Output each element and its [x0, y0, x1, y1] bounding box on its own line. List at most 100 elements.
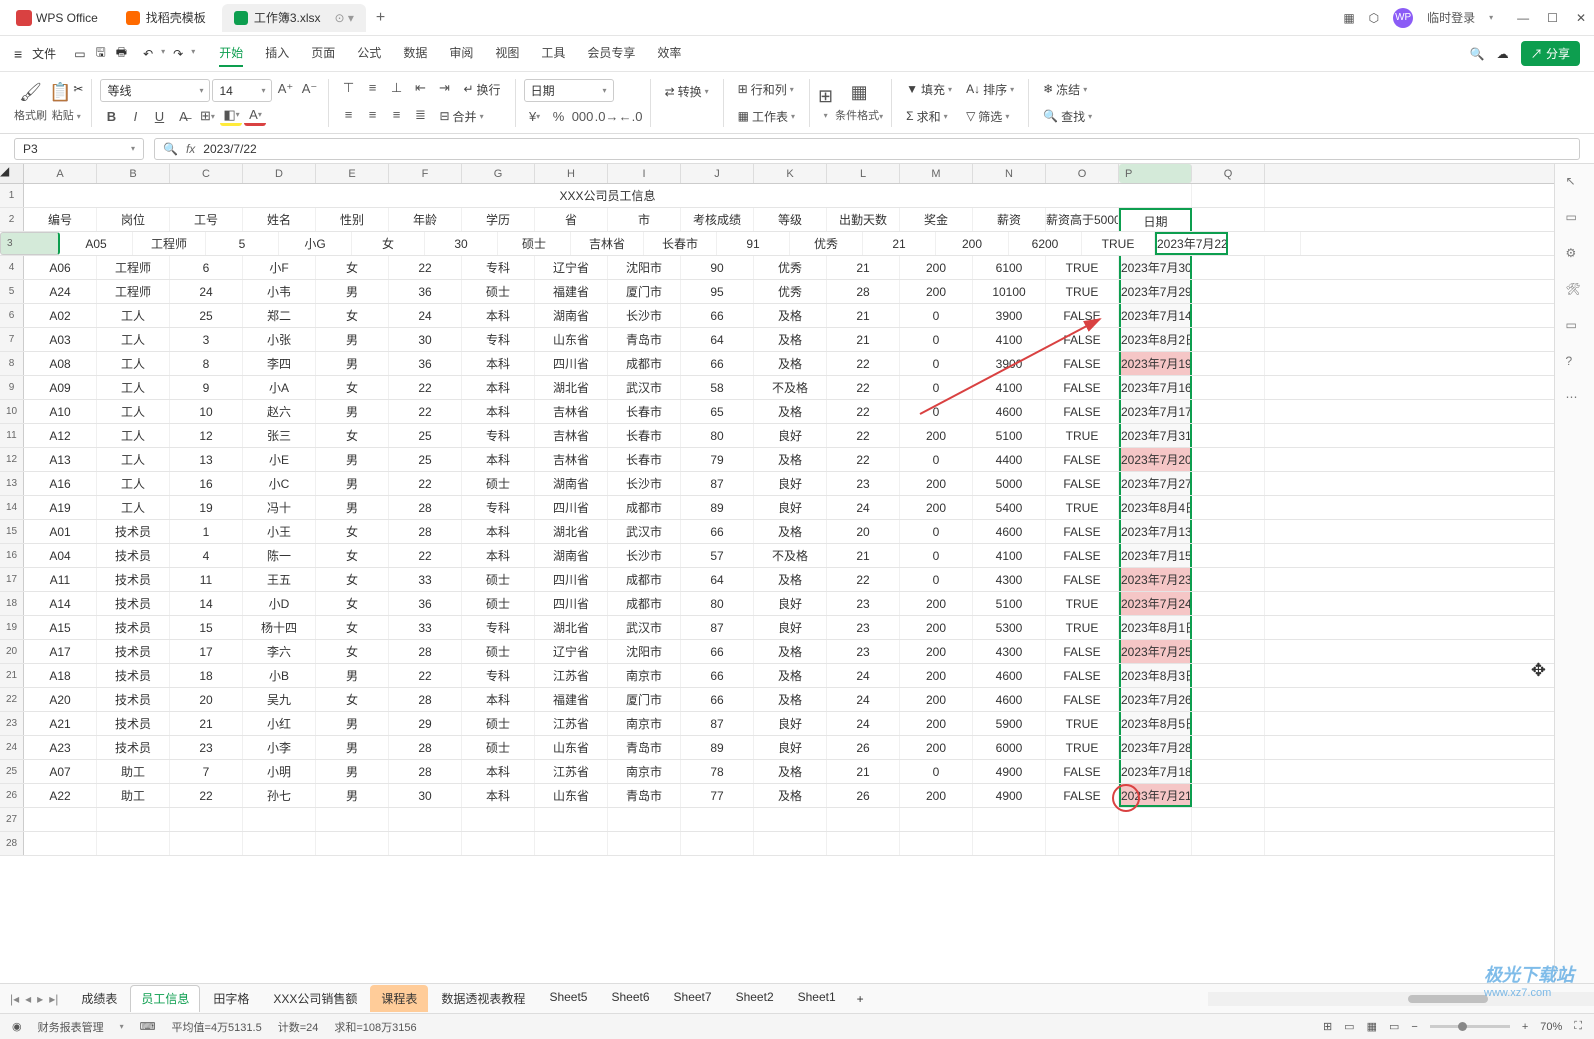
- col-header-D[interactable]: D: [243, 164, 316, 183]
- data-cell[interactable]: 21: [827, 304, 900, 327]
- data-cell[interactable]: 2023年7月29日: [1119, 280, 1192, 303]
- data-cell[interactable]: 技术员: [97, 688, 170, 711]
- header-cell[interactable]: 省: [535, 208, 608, 231]
- data-cell[interactable]: 5300: [973, 616, 1046, 639]
- data-cell[interactable]: TRUE: [1046, 616, 1119, 639]
- data-cell[interactable]: 2023年7月30日: [1119, 256, 1192, 279]
- minimize-button[interactable]: —: [1517, 11, 1529, 25]
- data-cell[interactable]: 男: [316, 448, 389, 471]
- data-cell[interactable]: TRUE: [1046, 256, 1119, 279]
- fx-icon[interactable]: fx: [186, 142, 195, 156]
- zoom-level[interactable]: 70%: [1540, 1021, 1562, 1033]
- table-format-button[interactable]: ⊞ ▾: [818, 86, 833, 120]
- data-cell[interactable]: 王五: [243, 568, 316, 591]
- data-cell[interactable]: 0: [900, 352, 973, 375]
- align-top-button[interactable]: ⊤: [337, 78, 359, 98]
- data-cell[interactable]: 23: [827, 616, 900, 639]
- data-cell[interactable]: 16: [170, 472, 243, 495]
- format-brush-group[interactable]: 🖌 格式刷: [14, 82, 47, 123]
- data-cell[interactable]: 2023年7月28日: [1119, 736, 1192, 759]
- empty-cell[interactable]: [608, 808, 681, 831]
- merge-button[interactable]: ⊟ 合并▾: [433, 105, 489, 128]
- data-cell[interactable]: 21: [863, 232, 936, 255]
- data-cell[interactable]: 技术员: [97, 568, 170, 591]
- data-cell[interactable]: 21: [827, 328, 900, 351]
- data-cell[interactable]: 长春市: [608, 448, 681, 471]
- data-cell[interactable]: 男: [316, 328, 389, 351]
- data-cell[interactable]: 四川省: [535, 592, 608, 615]
- data-cell[interactable]: 湖北省: [535, 376, 608, 399]
- col-header-M[interactable]: M: [900, 164, 973, 183]
- data-cell[interactable]: 武汉市: [608, 616, 681, 639]
- row-header-12[interactable]: 12: [0, 448, 24, 471]
- data-cell[interactable]: 长春市: [644, 232, 717, 255]
- decimal-dec-button[interactable]: ←.0: [620, 106, 642, 126]
- sheet-tab[interactable]: 员工信息: [130, 985, 200, 1012]
- data-cell[interactable]: 4100: [973, 376, 1046, 399]
- data-cell[interactable]: FALSE: [1046, 544, 1119, 567]
- data-cell[interactable]: 小D: [243, 592, 316, 615]
- header-cell[interactable]: 日期: [1119, 208, 1192, 231]
- data-cell[interactable]: 15: [170, 616, 243, 639]
- data-cell[interactable]: 良好: [754, 472, 827, 495]
- layout-icon[interactable]: ▦: [1343, 11, 1354, 25]
- data-cell[interactable]: 及格: [754, 304, 827, 327]
- row-header-3[interactable]: 3: [0, 232, 60, 255]
- data-cell[interactable]: 24: [827, 496, 900, 519]
- data-cell[interactable]: 21: [827, 760, 900, 783]
- data-cell[interactable]: 66: [681, 688, 754, 711]
- menu-页面[interactable]: 页面: [311, 40, 335, 67]
- record-icon[interactable]: ◉: [12, 1020, 22, 1033]
- data-cell[interactable]: 28: [389, 640, 462, 663]
- data-cell[interactable]: 女: [316, 640, 389, 663]
- select-all-corner[interactable]: ◢: [0, 164, 24, 183]
- align-left-button[interactable]: ≡: [337, 105, 359, 125]
- data-cell[interactable]: 33: [389, 616, 462, 639]
- data-cell[interactable]: 沈阳市: [608, 640, 681, 663]
- data-cell[interactable]: 200: [936, 232, 1009, 255]
- data-cell[interactable]: 22: [170, 784, 243, 807]
- data-cell[interactable]: 及格: [754, 664, 827, 687]
- row-header-4[interactable]: 4: [0, 256, 24, 279]
- row-header-22[interactable]: 22: [0, 688, 24, 711]
- empty-cell[interactable]: [754, 832, 827, 855]
- header-cell[interactable]: 奖金: [900, 208, 973, 231]
- menu-插入[interactable]: 插入: [265, 40, 289, 67]
- sum-button[interactable]: Σ 求和▾: [900, 105, 953, 128]
- data-cell[interactable]: 23: [827, 640, 900, 663]
- data-cell[interactable]: 25: [389, 424, 462, 447]
- wrap-button[interactable]: ↵ 换行: [457, 78, 506, 101]
- login-label[interactable]: 临时登录: [1427, 9, 1475, 26]
- spreadsheet-grid[interactable]: ◢ABCDEFGHIJKLMNOPQ1XXX公司员工信息2编号岗位工号姓名性别年…: [0, 164, 1554, 983]
- menu-审阅[interactable]: 审阅: [449, 40, 473, 67]
- data-cell[interactable]: 2023年7月24日: [1119, 592, 1192, 615]
- grid-view-icon[interactable]: ⊞: [1323, 1020, 1332, 1033]
- keyboard-icon[interactable]: ⌨: [140, 1020, 156, 1033]
- data-cell[interactable]: 10: [170, 400, 243, 423]
- data-cell[interactable]: A13: [24, 448, 97, 471]
- data-cell[interactable]: 6100: [973, 256, 1046, 279]
- data-cell[interactable]: 福建省: [535, 280, 608, 303]
- empty-cell[interactable]: [973, 832, 1046, 855]
- data-cell[interactable]: 3: [170, 328, 243, 351]
- data-cell[interactable]: FALSE: [1046, 328, 1119, 351]
- data-cell[interactable]: 3900: [973, 352, 1046, 375]
- data-cell[interactable]: 工人: [97, 448, 170, 471]
- data-cell[interactable]: 2023年7月19日: [1119, 352, 1192, 375]
- data-cell[interactable]: 及格: [754, 328, 827, 351]
- data-cell[interactable]: 吉林省: [535, 400, 608, 423]
- data-cell[interactable]: 13: [170, 448, 243, 471]
- data-cell[interactable]: 64: [681, 328, 754, 351]
- data-cell[interactable]: 0: [900, 376, 973, 399]
- header-cell[interactable]: 等级: [754, 208, 827, 231]
- data-cell[interactable]: TRUE: [1046, 280, 1119, 303]
- avatar[interactable]: WP: [1393, 8, 1413, 28]
- data-cell[interactable]: 成都市: [608, 568, 681, 591]
- empty-cell[interactable]: [608, 832, 681, 855]
- data-cell[interactable]: FALSE: [1046, 520, 1119, 543]
- data-cell[interactable]: TRUE: [1046, 592, 1119, 615]
- hamburger-icon[interactable]: ≡: [14, 46, 22, 62]
- data-cell[interactable]: 2023年8月3日: [1119, 664, 1192, 687]
- data-cell[interactable]: 28: [389, 520, 462, 543]
- menu-数据[interactable]: 数据: [403, 40, 427, 67]
